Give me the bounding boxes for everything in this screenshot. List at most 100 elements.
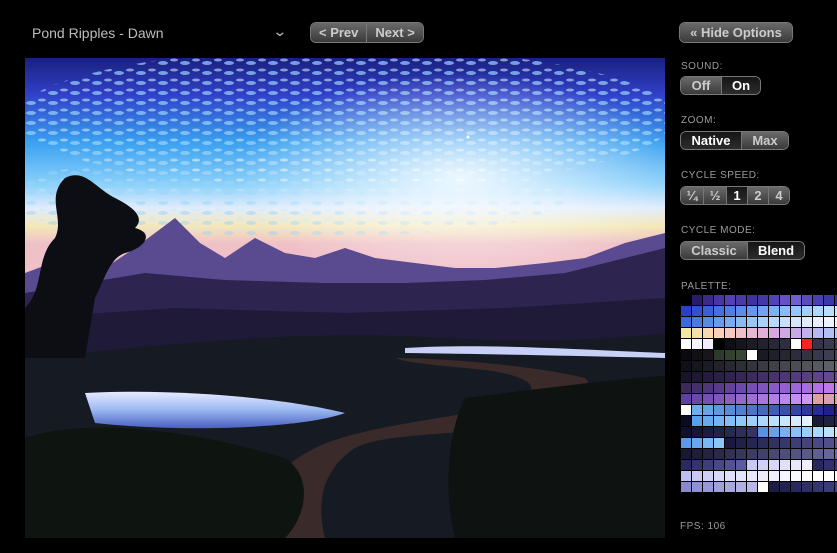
palette-swatch [747,328,757,338]
palette-swatch [725,449,735,459]
palette-swatch [769,405,779,415]
palette-swatch [791,394,801,404]
speed-quarter-button[interactable]: ¼ [681,187,704,204]
palette-swatch [714,394,724,404]
palette-swatch [802,372,812,382]
palette-swatch [692,372,702,382]
palette-swatch [714,405,724,415]
palette-swatch [802,361,812,371]
speed-2-button[interactable]: 2 [748,187,769,204]
palette-swatch [714,471,724,481]
hide-options-button[interactable]: « Hide Options [680,23,792,42]
palette-swatch [758,460,768,470]
speed-4-button[interactable]: 4 [769,187,789,204]
scene-selector[interactable]: Pond Ripples - Dawn ⌄ [24,20,292,46]
palette-swatch [703,350,713,360]
palette-swatch [769,361,779,371]
palette-grid [681,295,837,492]
palette-swatch [791,482,801,492]
palette-swatch [758,306,768,316]
speed-half-button[interactable]: ½ [704,187,727,204]
sound-toggle: Off On [680,76,761,95]
next-button[interactable]: Next > [367,23,423,42]
palette-swatch [791,350,801,360]
palette-swatch [692,394,702,404]
palette-swatch [714,339,724,349]
palette-swatch [802,295,812,305]
palette-swatch [681,339,691,349]
palette-swatch [725,482,735,492]
palette-swatch [714,295,724,305]
palette-swatch [758,427,768,437]
speed-1-button[interactable]: 1 [727,187,748,204]
palette-swatch [725,317,735,327]
palette-swatch [681,460,691,470]
palette-swatch [681,383,691,393]
palette-swatch [692,449,702,459]
palette-swatch [692,317,702,327]
palette-swatch [692,350,702,360]
scene-nav: < Prev Next > [310,22,424,43]
palette-swatch [692,438,702,448]
palette-swatch [802,328,812,338]
palette-swatch [758,361,768,371]
palette-swatch [824,449,834,459]
palette-swatch [681,306,691,316]
palette-swatch [714,317,724,327]
palette-swatch [780,361,790,371]
sound-label: SOUND: [681,61,723,72]
palette-swatch [802,405,812,415]
sound-on-button[interactable]: On [722,77,760,94]
palette-swatch [813,438,823,448]
palette-swatch [692,339,702,349]
zoom-native-button[interactable]: Native [681,132,742,149]
palette-swatch [714,482,724,492]
prev-button[interactable]: < Prev [311,23,368,42]
palette-swatch [769,416,779,426]
palette-swatch [747,416,757,426]
palette-swatch [692,427,702,437]
palette-swatch [703,372,713,382]
palette-swatch [758,339,768,349]
palette-swatch [747,405,757,415]
palette-swatch [780,416,790,426]
palette-swatch [758,372,768,382]
palette-swatch [703,361,713,371]
palette-swatch [736,339,746,349]
palette-swatch [802,482,812,492]
palette-swatch [692,460,702,470]
palette-swatch [780,438,790,448]
palette-swatch [758,449,768,459]
palette-swatch [703,427,713,437]
palette-swatch [813,361,823,371]
palette-swatch [725,372,735,382]
mode-blend-button[interactable]: Blend [748,242,804,259]
palette-swatch [824,328,834,338]
palette-swatch [736,317,746,327]
palette-swatch [802,438,812,448]
zoom-toggle: Native Max [680,131,789,150]
zoom-max-button[interactable]: Max [742,132,788,149]
palette-swatch [703,449,713,459]
palette-swatch [802,339,812,349]
palette-swatch [747,339,757,349]
palette-swatch [758,328,768,338]
palette-swatch [813,317,823,327]
palette-swatch [747,449,757,459]
palette-swatch [725,383,735,393]
sound-off-button[interactable]: Off [681,77,722,94]
palette-swatch [692,383,702,393]
palette-swatch [769,383,779,393]
palette-swatch [802,394,812,404]
palette-swatch [780,295,790,305]
palette-swatch [824,350,834,360]
palette-swatch [769,449,779,459]
palette-swatch [747,438,757,448]
mode-classic-button[interactable]: Classic [681,242,748,259]
palette-swatch [725,416,735,426]
fps-value: 106 [707,521,726,532]
palette-swatch [736,328,746,338]
scene-canvas[interactable] [25,58,665,538]
palette-swatch [824,361,834,371]
palette-swatch [714,460,724,470]
